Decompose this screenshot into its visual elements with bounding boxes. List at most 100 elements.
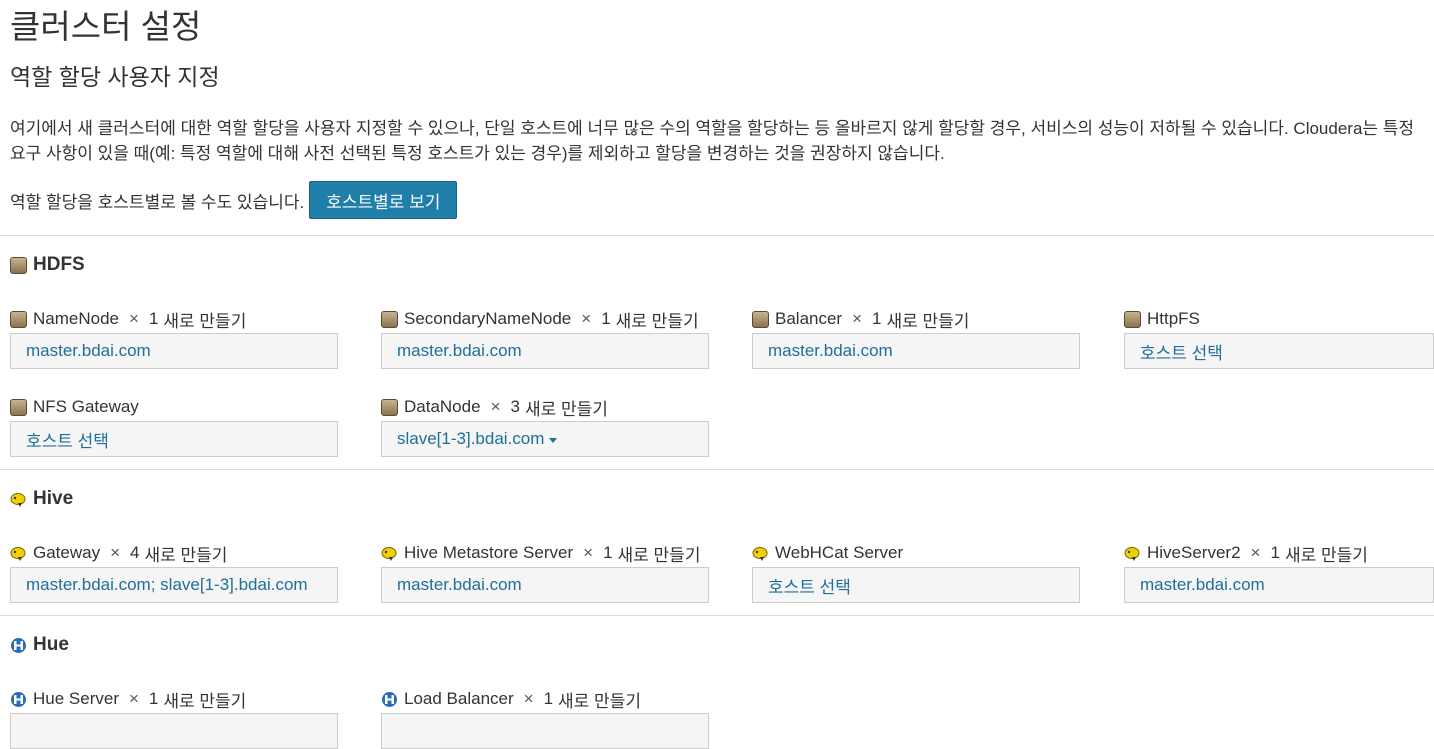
description-text: 여기에서 새 클러스터에 대한 역할 할당을 사용자 지정할 수 있으나, 단일… bbox=[10, 119, 1415, 163]
role-label: HiveServer2 bbox=[1147, 543, 1241, 562]
times-sign: × bbox=[581, 309, 592, 328]
hue-icon bbox=[10, 637, 27, 654]
times-sign: × bbox=[110, 543, 121, 562]
divider bbox=[0, 615, 1434, 616]
host-value: 호스트 선택 bbox=[26, 431, 109, 451]
hdfs-icon bbox=[752, 310, 769, 328]
role-label: DataNode bbox=[404, 397, 481, 416]
host-selector[interactable] bbox=[381, 713, 709, 749]
role-datanode: DataNode × 3 새로 만들기 slave[1-3].bdai.com bbox=[381, 396, 711, 457]
create-new-label: 새로 만들기 bbox=[558, 691, 641, 711]
host-view-row: 역할 할당을 호스트별로 볼 수도 있습니다. 호스트별로 보기 bbox=[10, 181, 458, 219]
times-sign: × bbox=[128, 689, 139, 708]
hdfs-icon bbox=[10, 256, 27, 274]
divider bbox=[0, 235, 1434, 236]
host-value: master.bdai.com bbox=[1140, 575, 1265, 594]
host-value: 호스트 선택 bbox=[1140, 343, 1223, 363]
role-label: NameNode bbox=[33, 309, 119, 328]
role-count: 1 bbox=[603, 543, 613, 562]
role-hue-server: Hue Server × 1 새로 만들기 bbox=[10, 688, 340, 749]
times-sign: × bbox=[523, 689, 534, 708]
role-secondarynamenode: SecondaryNameNode × 1 새로 만들기 master.bdai… bbox=[381, 308, 711, 369]
host-selector[interactable]: 호스트 선택 bbox=[10, 421, 338, 457]
divider bbox=[0, 469, 1434, 470]
role-hive-metastore: Hive Metastore Server × 1 새로 만들기 master.… bbox=[381, 542, 711, 603]
view-by-host-button[interactable]: 호스트별로 보기 bbox=[309, 181, 458, 219]
page-title: 클러스터 설정 bbox=[10, 8, 202, 45]
role-label: Hive Metastore Server bbox=[404, 543, 574, 562]
role-balancer: Balancer × 1 새로 만들기 master.bdai.com bbox=[752, 308, 1082, 369]
hive-icon bbox=[752, 545, 769, 562]
role-count: 1 bbox=[148, 689, 159, 708]
hive-icon bbox=[381, 545, 398, 562]
hue-icon bbox=[381, 691, 398, 708]
role-label: HttpFS bbox=[1147, 309, 1200, 328]
role-nfs-gateway: NFS Gateway 호스트 선택 bbox=[10, 396, 340, 457]
create-new-label: 새로 만들기 bbox=[617, 545, 701, 565]
host-selector[interactable]: master.bdai.com bbox=[752, 333, 1080, 369]
role-label: Balancer bbox=[775, 309, 843, 328]
create-new-label: 새로 만들기 bbox=[886, 311, 970, 331]
host-value: master.bdai.com bbox=[397, 575, 522, 594]
service-header-hue: Hue bbox=[10, 634, 69, 656]
times-sign: × bbox=[583, 543, 594, 562]
role-load-balancer: Load Balancer × 1 새로 만들기 bbox=[381, 688, 711, 749]
hue-icon bbox=[10, 691, 27, 708]
role-label: SecondaryNameNode bbox=[404, 309, 572, 328]
role-count: 1 bbox=[601, 309, 611, 328]
host-view-text: 역할 할당을 호스트별로 볼 수도 있습니다. bbox=[10, 192, 305, 212]
host-selector[interactable]: master.bdai.com bbox=[381, 567, 709, 603]
create-new-label: 새로 만들기 bbox=[163, 691, 247, 711]
create-new-label: 새로 만들기 bbox=[615, 311, 699, 331]
host-selector[interactable]: 호스트 선택 bbox=[752, 567, 1080, 603]
role-label: WebHCat Server bbox=[775, 543, 904, 562]
host-selector[interactable]: master.bdai.com bbox=[10, 333, 338, 369]
host-value: slave[1-3].bdai.com bbox=[397, 429, 545, 448]
times-sign: × bbox=[852, 309, 863, 328]
role-label: Load Balancer bbox=[404, 689, 514, 708]
hdfs-icon bbox=[10, 398, 27, 416]
hive-icon bbox=[10, 545, 27, 562]
section-subtitle: 역할 할당 사용자 지정 bbox=[10, 64, 220, 90]
host-value: 호스트 선택 bbox=[768, 577, 851, 597]
hdfs-icon bbox=[1124, 310, 1141, 328]
service-name: HDFS bbox=[33, 254, 85, 275]
role-count: 1 bbox=[1270, 543, 1280, 562]
create-new-label: 새로 만들기 bbox=[524, 399, 608, 419]
role-hive-gateway: Gateway × 4 새로 만들기 master.bdai.com; slav… bbox=[10, 542, 340, 603]
host-value: master.bdai.com bbox=[26, 341, 151, 360]
host-selector[interactable]: master.bdai.com; slave[1-3].bdai.com bbox=[10, 567, 338, 603]
times-sign: × bbox=[1250, 543, 1261, 562]
service-name: Hive bbox=[33, 488, 74, 509]
create-new-label: 새로 만들기 bbox=[163, 311, 247, 331]
caret-down-icon bbox=[549, 437, 558, 443]
role-webhcat-server: WebHCat Server 호스트 선택 bbox=[752, 542, 1082, 603]
host-dropdown[interactable]: slave[1-3].bdai.com bbox=[381, 421, 709, 457]
host-selector[interactable] bbox=[10, 713, 338, 749]
host-value: master.bdai.com bbox=[397, 341, 522, 360]
role-hiveserver2: HiveServer2 × 1 새로 만들기 master.bdai.com bbox=[1124, 542, 1434, 603]
host-value: master.bdai.com; slave[1-3].bdai.com bbox=[26, 575, 308, 594]
times-sign: × bbox=[490, 397, 501, 416]
role-count: 1 bbox=[543, 689, 554, 708]
hive-icon bbox=[1124, 545, 1141, 562]
hdfs-icon bbox=[10, 310, 27, 328]
role-count: 4 bbox=[130, 543, 140, 562]
role-count: 1 bbox=[872, 309, 882, 328]
role-namenode: NameNode × 1 새로 만들기 master.bdai.com bbox=[10, 308, 340, 369]
times-sign: × bbox=[129, 309, 139, 328]
host-selector[interactable]: master.bdai.com bbox=[1124, 567, 1434, 603]
service-header-hive: Hive bbox=[10, 488, 73, 510]
role-label: Gateway bbox=[33, 543, 101, 562]
role-count: 3 bbox=[510, 397, 520, 416]
create-new-label: 새로 만들기 bbox=[144, 545, 228, 565]
host-selector[interactable]: master.bdai.com bbox=[381, 333, 709, 369]
role-label: NFS Gateway bbox=[33, 397, 139, 416]
role-label: Hue Server bbox=[33, 689, 119, 708]
service-name: Hue bbox=[33, 634, 69, 655]
host-value: master.bdai.com bbox=[768, 341, 893, 360]
hdfs-icon bbox=[381, 310, 398, 328]
host-selector[interactable]: 호스트 선택 bbox=[1124, 333, 1434, 369]
role-httpfs: HttpFS 호스트 선택 bbox=[1124, 308, 1434, 369]
role-count: 1 bbox=[148, 309, 159, 328]
